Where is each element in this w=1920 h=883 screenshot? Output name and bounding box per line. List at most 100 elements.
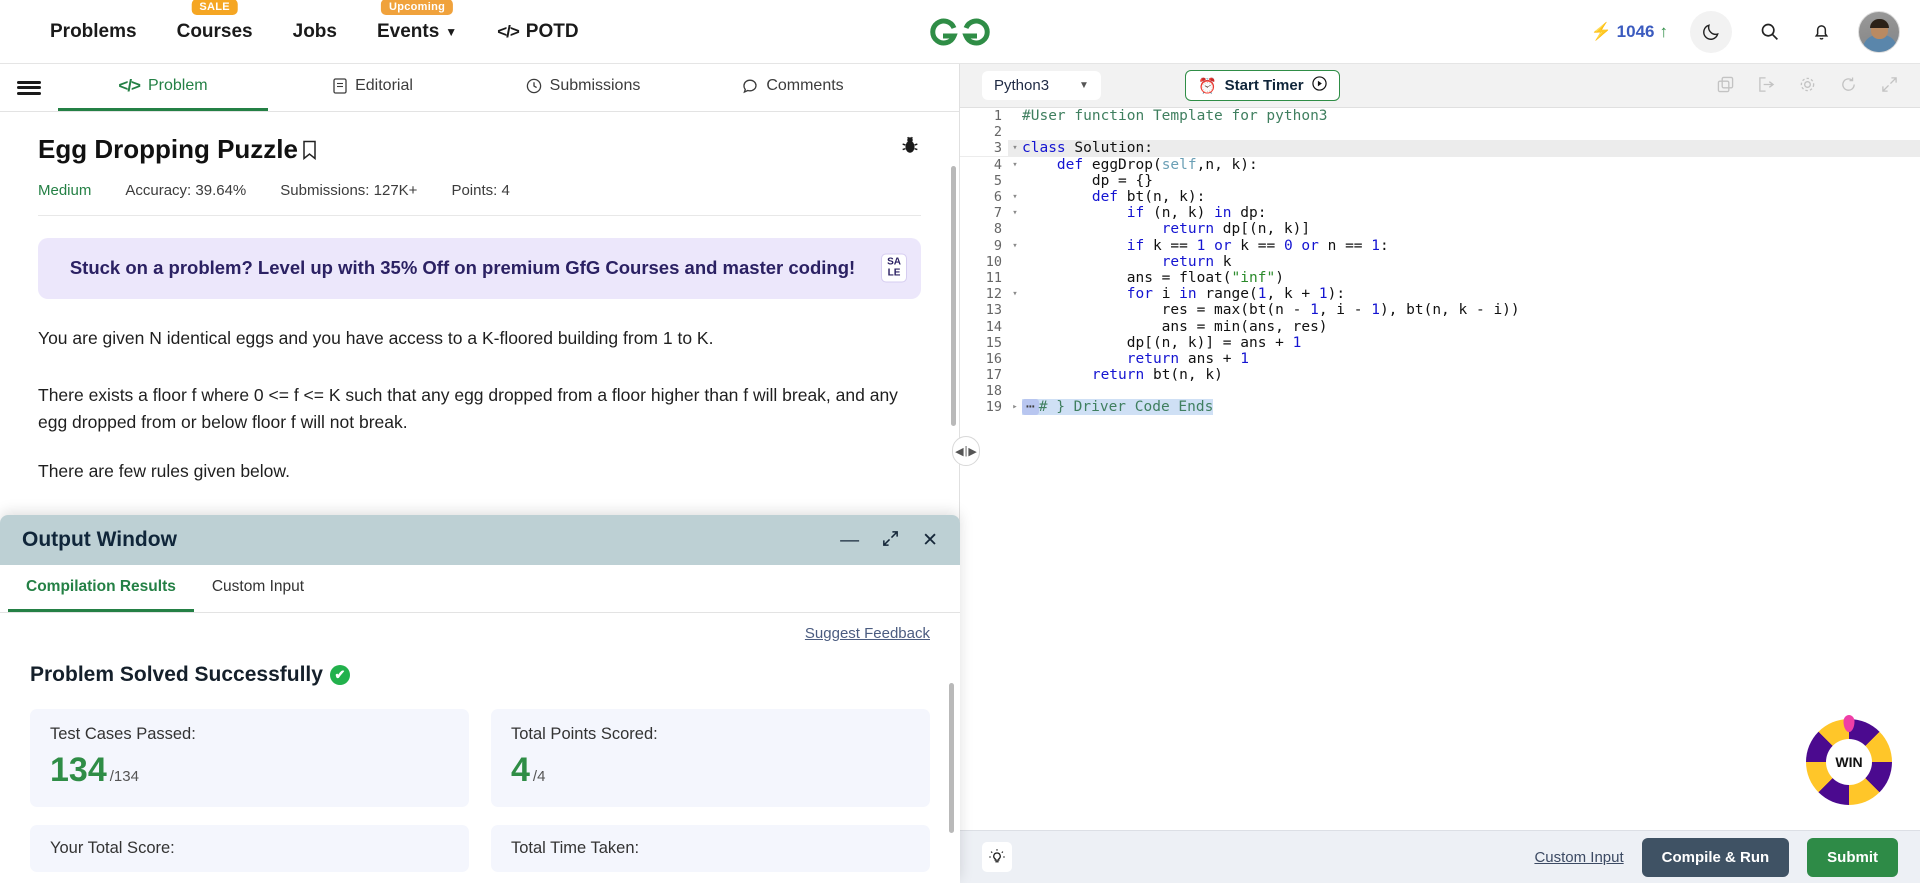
code-line[interactable]: 10 return k bbox=[960, 253, 1920, 270]
code-line[interactable]: 19 ▸ ⋯ # } Driver Code Ends bbox=[960, 399, 1920, 416]
start-timer-button[interactable]: ⏰ Start Timer bbox=[1184, 70, 1340, 101]
submit-button[interactable]: Submit bbox=[1807, 837, 1898, 877]
code-line[interactable]: 14 ans = min(ans, res) bbox=[960, 318, 1920, 335]
problem-title-text: Egg Dropping Puzzle bbox=[38, 134, 298, 164]
search-icon bbox=[1761, 23, 1778, 40]
code-line[interactable]: 17 return bt(n, k) bbox=[960, 367, 1920, 384]
code-line[interactable]: 16 return ans + 1 bbox=[960, 350, 1920, 367]
tab-problem[interactable]: </> Problem bbox=[58, 64, 268, 111]
spin-wheel-widget[interactable]: WIN bbox=[1806, 715, 1892, 805]
bell-icon bbox=[1814, 25, 1828, 40]
nav-item-problems[interactable]: Problems bbox=[46, 15, 141, 49]
fold-toggle-icon[interactable]: ▾ bbox=[1008, 192, 1022, 202]
code-line[interactable]: 11 ans = float("inf") bbox=[960, 269, 1920, 286]
fold-toggle-icon[interactable]: ▸ bbox=[1008, 402, 1022, 412]
hamburger-menu-icon[interactable] bbox=[0, 64, 58, 111]
nav-item-courses[interactable]: SALE Courses bbox=[173, 0, 257, 49]
code-line-text: return bt(n, k) bbox=[1091, 367, 1223, 384]
minimize-icon[interactable]: — bbox=[840, 531, 859, 550]
tab-submissions[interactable]: Submissions bbox=[478, 64, 688, 111]
expand-icon[interactable] bbox=[881, 529, 900, 552]
promo-banner[interactable]: Stuck on a problem? Level up with 35% Of… bbox=[38, 238, 921, 299]
code-line[interactable]: 9 ▾ if k == 1 or k == 0 or n == 1: bbox=[960, 237, 1920, 254]
card-label: Total Time Taken: bbox=[511, 839, 640, 857]
line-number: 1 bbox=[960, 108, 1008, 125]
code-line[interactable]: 6 ▾ def bt(n, k): bbox=[960, 189, 1920, 206]
code-line-text: def eggDrop(self,n, k): bbox=[1056, 156, 1258, 173]
fold-toggle-icon[interactable]: ▾ bbox=[1008, 289, 1022, 299]
code-line[interactable]: 7 ▾ if (n, k) in dp: bbox=[960, 205, 1920, 222]
tab-label: Problem bbox=[148, 77, 208, 94]
code-line-text: if (n, k) in dp: bbox=[1126, 205, 1267, 222]
output-window-controls: — ✕ bbox=[840, 529, 938, 552]
code-line[interactable]: 5 dp = {} bbox=[960, 172, 1920, 189]
code-line-text: ans = min(ans, res) bbox=[1022, 318, 1328, 335]
score-chip[interactable]: ⚡ 1046 ↑ bbox=[1591, 22, 1669, 42]
line-number: 17 bbox=[960, 367, 1008, 384]
clock-icon bbox=[526, 78, 541, 94]
code-line[interactable]: 8 return dp[(n, k)] bbox=[960, 221, 1920, 238]
suggest-feedback-link[interactable]: Suggest Feedback bbox=[805, 625, 930, 642]
code-line[interactable]: 18 bbox=[960, 383, 1920, 400]
avatar[interactable] bbox=[1858, 10, 1900, 53]
lightbulb-icon[interactable] bbox=[982, 842, 1012, 872]
page-title: Egg Dropping Puzzle bbox=[38, 134, 317, 165]
reset-icon[interactable] bbox=[1840, 76, 1857, 96]
line-number: 2 bbox=[960, 124, 1008, 141]
editor-pane: Python3 ▼ ⏰ Start Timer 1 #User function… bbox=[960, 64, 1920, 883]
code-line[interactable]: 3 ▾ class Solution: bbox=[960, 140, 1920, 157]
nav-item-potd[interactable]: </> POTD bbox=[493, 15, 582, 49]
fold-toggle-icon[interactable]: ▾ bbox=[1008, 208, 1022, 218]
code-line-text: return ans + 1 bbox=[1126, 350, 1249, 367]
language-select[interactable]: Python3 ▼ bbox=[982, 71, 1101, 100]
code-line[interactable]: 15 dp[(n, k)] = ans + 1 bbox=[960, 334, 1920, 351]
fold-toggle-icon[interactable]: ▾ bbox=[1008, 160, 1022, 170]
notifications-button[interactable] bbox=[1806, 17, 1836, 47]
copy-icon[interactable] bbox=[1717, 76, 1734, 96]
nav-item-events[interactable]: Upcoming Events ▼ bbox=[373, 0, 461, 49]
pane-splitter-handle[interactable]: ◀ | ▶ bbox=[952, 436, 980, 466]
code-line[interactable]: 13 res = max(bt(n - 1, i - 1), bt(n, k -… bbox=[960, 302, 1920, 319]
output-scrollbar[interactable] bbox=[949, 683, 954, 833]
custom-input-link[interactable]: Custom Input bbox=[1534, 849, 1623, 866]
line-number: 6 bbox=[960, 189, 1008, 206]
card-label: Total Points Scored: bbox=[511, 725, 658, 743]
alarm-clock-icon: ⏰ bbox=[1197, 77, 1217, 95]
code-line[interactable]: 1 #User function Template for python3 bbox=[960, 108, 1920, 125]
code-line-text: #User function Template for python3 bbox=[1022, 108, 1328, 125]
gfg-logo[interactable] bbox=[924, 14, 996, 55]
fold-toggle-icon[interactable]: ▾ bbox=[1008, 241, 1022, 251]
search-button[interactable] bbox=[1754, 17, 1784, 47]
import-icon[interactable] bbox=[1758, 76, 1775, 96]
bug-icon[interactable] bbox=[899, 134, 921, 162]
tab-compilation-results[interactable]: Compilation Results bbox=[8, 565, 194, 612]
tab-custom-input[interactable]: Custom Input bbox=[194, 565, 322, 612]
code-editor[interactable]: 1 #User function Template for python3 2 3 ▾ c… bbox=[960, 108, 1920, 830]
code-line-text: ⋯ # } Driver Code Ends bbox=[1022, 399, 1214, 416]
code-line-text: return k bbox=[1161, 253, 1232, 270]
splitter-right-arrow: ▶ bbox=[968, 445, 977, 458]
tab-editorial[interactable]: Editorial bbox=[268, 64, 478, 111]
code-line[interactable]: 4 ▾ def eggDrop(self,n, k): bbox=[960, 156, 1920, 173]
dark-mode-toggle[interactable] bbox=[1690, 10, 1732, 53]
sale-badge-line1: SA bbox=[887, 256, 901, 268]
close-icon[interactable]: ✕ bbox=[922, 531, 938, 550]
settings-gear-icon[interactable] bbox=[1799, 76, 1816, 96]
code-line[interactable]: 12 ▾ for i in range(1, k + 1): bbox=[960, 286, 1920, 303]
tab-comments[interactable]: Comments bbox=[688, 64, 898, 111]
score-value: 1046 bbox=[1616, 21, 1655, 41]
fullscreen-icon[interactable] bbox=[1881, 76, 1898, 96]
main-split: </> Problem Editorial Submissions Commen… bbox=[0, 64, 1920, 883]
code-line[interactable]: 2 bbox=[960, 124, 1920, 141]
problem-scrollbar[interactable] bbox=[951, 166, 956, 426]
output-window-title: Output Window bbox=[22, 528, 177, 551]
nav-label: Events bbox=[376, 20, 440, 42]
nav-label: Jobs bbox=[292, 20, 337, 42]
bookmark-icon[interactable] bbox=[302, 140, 317, 160]
language-value: Python3 bbox=[994, 77, 1050, 94]
splitter-left-arrow: ◀ bbox=[955, 445, 964, 458]
nav-item-jobs[interactable]: Jobs bbox=[289, 15, 341, 49]
lightning-bolt-icon: ⚡ bbox=[1590, 21, 1612, 41]
compile-run-button[interactable]: Compile & Run bbox=[1641, 837, 1790, 877]
fold-toggle-icon[interactable]: ▾ bbox=[1008, 143, 1022, 153]
